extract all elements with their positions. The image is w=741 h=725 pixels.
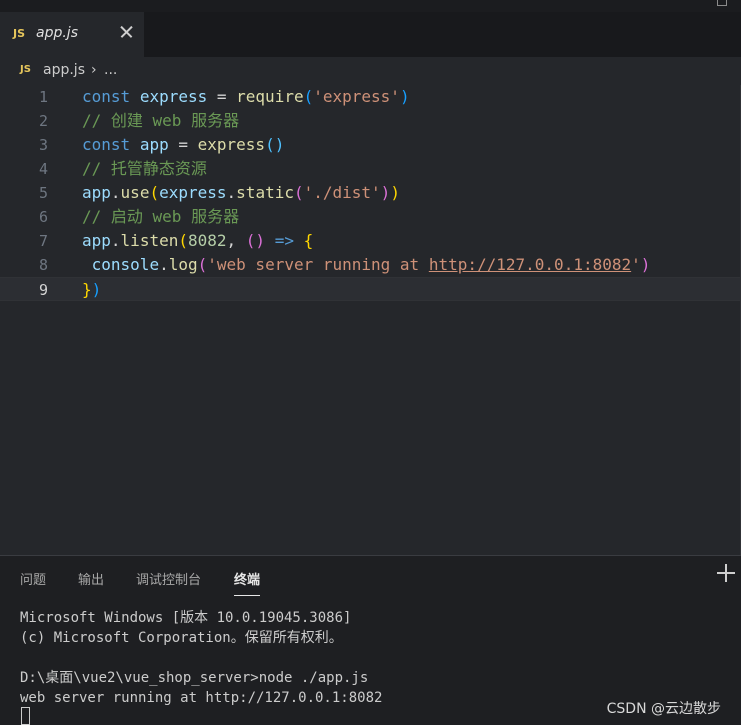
terminal-line: Microsoft Windows [版本 10.0.19045.3086]	[20, 610, 352, 626]
code-text: app.use(express.static('./dist'))	[82, 183, 400, 202]
breadcrumb-symbols[interactable]: ...	[104, 62, 117, 78]
code-editor[interactable]: 1 const express = require('express') 2 // 创…	[0, 85, 741, 555]
tab-app-js[interactable]: JS app.js	[0, 12, 145, 57]
tab-problems[interactable]: 问题	[20, 569, 46, 588]
line-number: 2	[38, 112, 48, 130]
line-number: 4	[38, 160, 48, 178]
code-line[interactable]: 2 // 创建 web 服务器	[0, 109, 741, 133]
code-line[interactable]: 9})	[0, 277, 741, 301]
tab-output[interactable]: 输出	[78, 569, 104, 588]
code-text: console.log('web server running at http:…	[91, 255, 651, 274]
code-text: const app = express()	[82, 135, 285, 154]
code-line[interactable]: 4 // 托管静态资源	[0, 157, 741, 181]
title-bar	[0, 0, 741, 12]
code-text: const express = require('express')	[82, 87, 410, 106]
code-text: })	[82, 280, 102, 299]
code-line[interactable]: 6 // 启动 web 服务器	[0, 205, 741, 229]
tab-label: app.js	[36, 25, 78, 41]
tab-debug-console[interactable]: 调试控制台	[136, 569, 201, 588]
code-line[interactable]: 7 app.listen(8082, () => {	[0, 229, 741, 253]
bottom-panel: 问题 输出 调试控制台 终端 Microsoft Windows [版本 10.…	[0, 555, 741, 725]
active-tab-indicator	[234, 595, 261, 596]
js-file-icon: JS	[13, 27, 26, 40]
code-text: // 启动 web 服务器	[82, 207, 240, 226]
line-number: 1	[38, 88, 48, 106]
code-text: app.listen(8082, () => {	[82, 231, 314, 250]
code-line[interactable]: 1 const express = require('express')	[0, 85, 741, 109]
editor-tab-bar: JS app.js	[0, 12, 741, 57]
code-text: // 创建 web 服务器	[82, 111, 240, 130]
tab-terminal-label: 终端	[234, 573, 261, 588]
line-number: 3	[38, 136, 48, 154]
js-file-icon: JS	[20, 64, 31, 75]
terminal-line: web server running at http://127.0.0.1:8…	[20, 690, 383, 706]
tab-terminal[interactable]: 终端	[234, 569, 261, 596]
watermark: CSDN @云边散步	[606, 701, 721, 717]
terminal-line: D:\桌面\vue2\vue_shop_server>node ./app.js	[20, 670, 369, 686]
line-number: 9	[38, 281, 48, 299]
code-line[interactable]: 8 console.log('web server running at htt…	[0, 253, 741, 277]
code-text: // 托管静态资源	[82, 159, 207, 178]
code-line[interactable]: 3 const app = express()	[0, 133, 741, 157]
restore-window-icon[interactable]	[717, 0, 727, 6]
terminal-line: (c) Microsoft Corporation。保留所有权利。	[20, 630, 343, 646]
line-number: 6	[38, 208, 48, 226]
breadcrumb-file[interactable]: app.js	[43, 62, 85, 78]
terminal-cursor[interactable]	[21, 707, 30, 725]
new-terminal-plus-icon[interactable]	[717, 564, 735, 582]
line-number: 8	[38, 256, 48, 274]
line-number: 7	[38, 232, 48, 250]
chevron-right-icon: ›	[91, 62, 97, 78]
line-number: 5	[38, 184, 48, 202]
close-icon[interactable]	[118, 23, 136, 41]
breadcrumb: JS app.js › ...	[0, 57, 741, 85]
code-line[interactable]: 5 app.use(express.static('./dist'))	[0, 181, 741, 205]
